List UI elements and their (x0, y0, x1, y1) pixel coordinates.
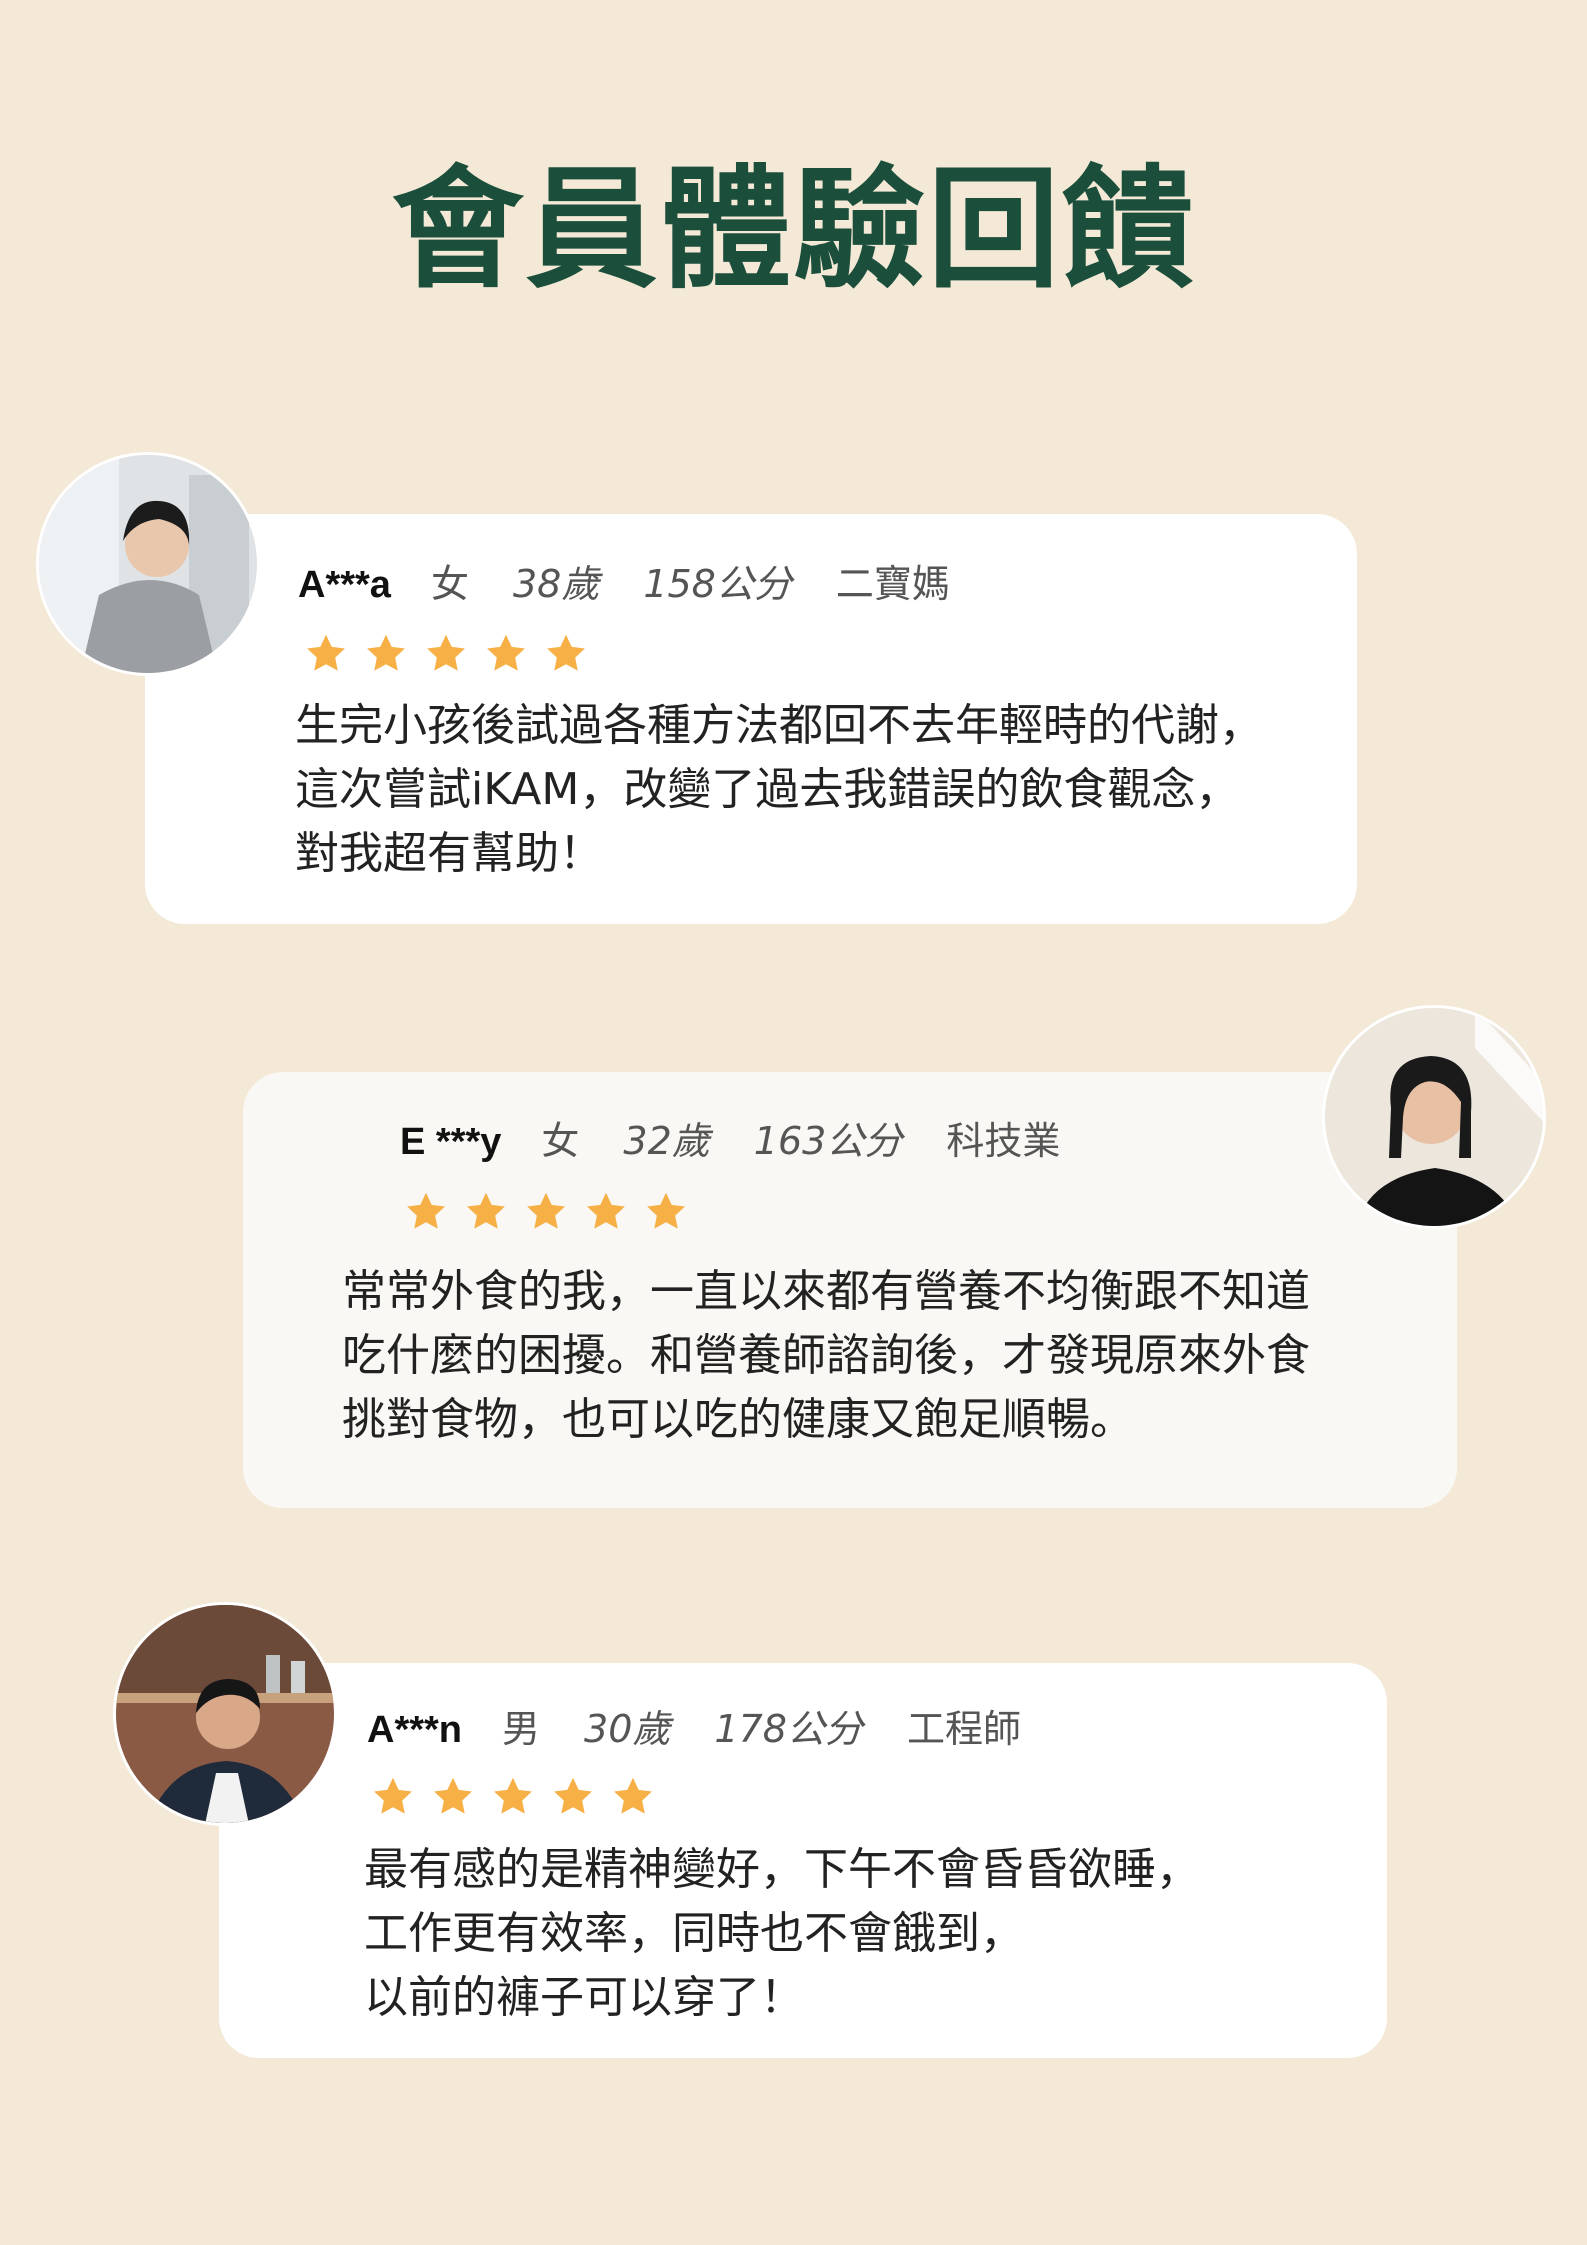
reviewer-gender: 女 (541, 1119, 580, 1163)
star-rating-3 (371, 1775, 671, 1819)
review-line: 生完小孩後試過各種方法都回不去年輕時的代謝， (295, 700, 1263, 751)
review-line: 以前的褲子可以穿了！ (364, 1972, 804, 2023)
reviewer-info-1: A***a 女 38歲 158公分 二寶媽 (298, 560, 950, 609)
reviewer-name: A***n (367, 1709, 463, 1751)
avatar-2 (1322, 1005, 1546, 1229)
review-line: 挑對食物，也可以吃的健康又飽足順暢。 (342, 1394, 1134, 1445)
star-icon (547, 634, 585, 671)
reviewer-info-2: E ***y 女 32歲 163公分 科技業 (400, 1117, 1060, 1166)
review-line: 最有感的是精神變好，下午不會昏昏欲睡， (364, 1844, 1200, 1895)
review-line: 工作更有效率，同時也不會餓到， (364, 1908, 1024, 1959)
star-icon (614, 1777, 652, 1814)
reviewer-height: 158公分 (643, 562, 792, 606)
reviewer-height: 178公分 (714, 1707, 863, 1751)
reviewer-name: E ***y (400, 1121, 502, 1163)
reviewer-occupation: 科技業 (946, 1119, 1061, 1163)
reviewer-height: 163公分 (753, 1119, 903, 1163)
star-icon (407, 1192, 445, 1229)
star-icon (494, 1777, 532, 1814)
reviewer-age: 38歲 (512, 562, 600, 606)
review-line: 對我超有幫助！ (295, 828, 603, 879)
reviewer-name: A***a (298, 564, 391, 606)
page-title: 會員體驗回饋 (391, 153, 1196, 307)
star-icon (467, 1192, 505, 1229)
star-icon (554, 1777, 592, 1814)
star-rating-2 (404, 1190, 704, 1234)
reviewer-age: 30歲 (584, 1707, 671, 1751)
star-icon (374, 1777, 412, 1814)
review-line: 這次嘗試iKAM，改變了過去我錯誤的飲食觀念， (295, 764, 1240, 815)
review-line: 常常外食的我，一直以來都有營養不均衡跟不知道 (342, 1266, 1310, 1317)
review-line: 吃什麼的困擾。和營養師諮詢後，才發現原來外食 (342, 1330, 1310, 1381)
star-icon (434, 1777, 472, 1814)
review-text-3: 最有感的是精神變好，下午不會昏昏欲睡， 工作更有效率，同時也不會餓到， 以前的褲… (364, 1838, 1200, 2030)
star-icon (647, 1192, 685, 1229)
star-icon (307, 634, 345, 671)
reviewer-info-3: A***n 男 30歲 178公分 工程師 (367, 1705, 1021, 1754)
avatar-1 (36, 452, 260, 676)
review-text-1: 生完小孩後試過各種方法都回不去年輕時的代謝， 這次嘗試iKAM，改變了過去我錯誤… (295, 694, 1263, 886)
reviewer-occupation: 二寶媽 (835, 562, 950, 606)
star-icon (427, 634, 465, 671)
star-icon (527, 1192, 565, 1229)
reviewer-age: 32歲 (623, 1119, 710, 1163)
reviewer-occupation: 工程師 (906, 1707, 1021, 1751)
star-icon (487, 634, 525, 671)
reviewer-gender: 女 (430, 562, 469, 606)
star-rating-1 (304, 632, 604, 676)
avatar-3 (113, 1602, 337, 1826)
review-text-2: 常常外食的我，一直以來都有營養不均衡跟不知道 吃什麼的困擾。和營養師諮詢後，才發… (342, 1260, 1310, 1452)
star-icon (587, 1192, 625, 1229)
reviewer-gender: 男 (502, 1707, 541, 1751)
star-icon (367, 634, 405, 671)
